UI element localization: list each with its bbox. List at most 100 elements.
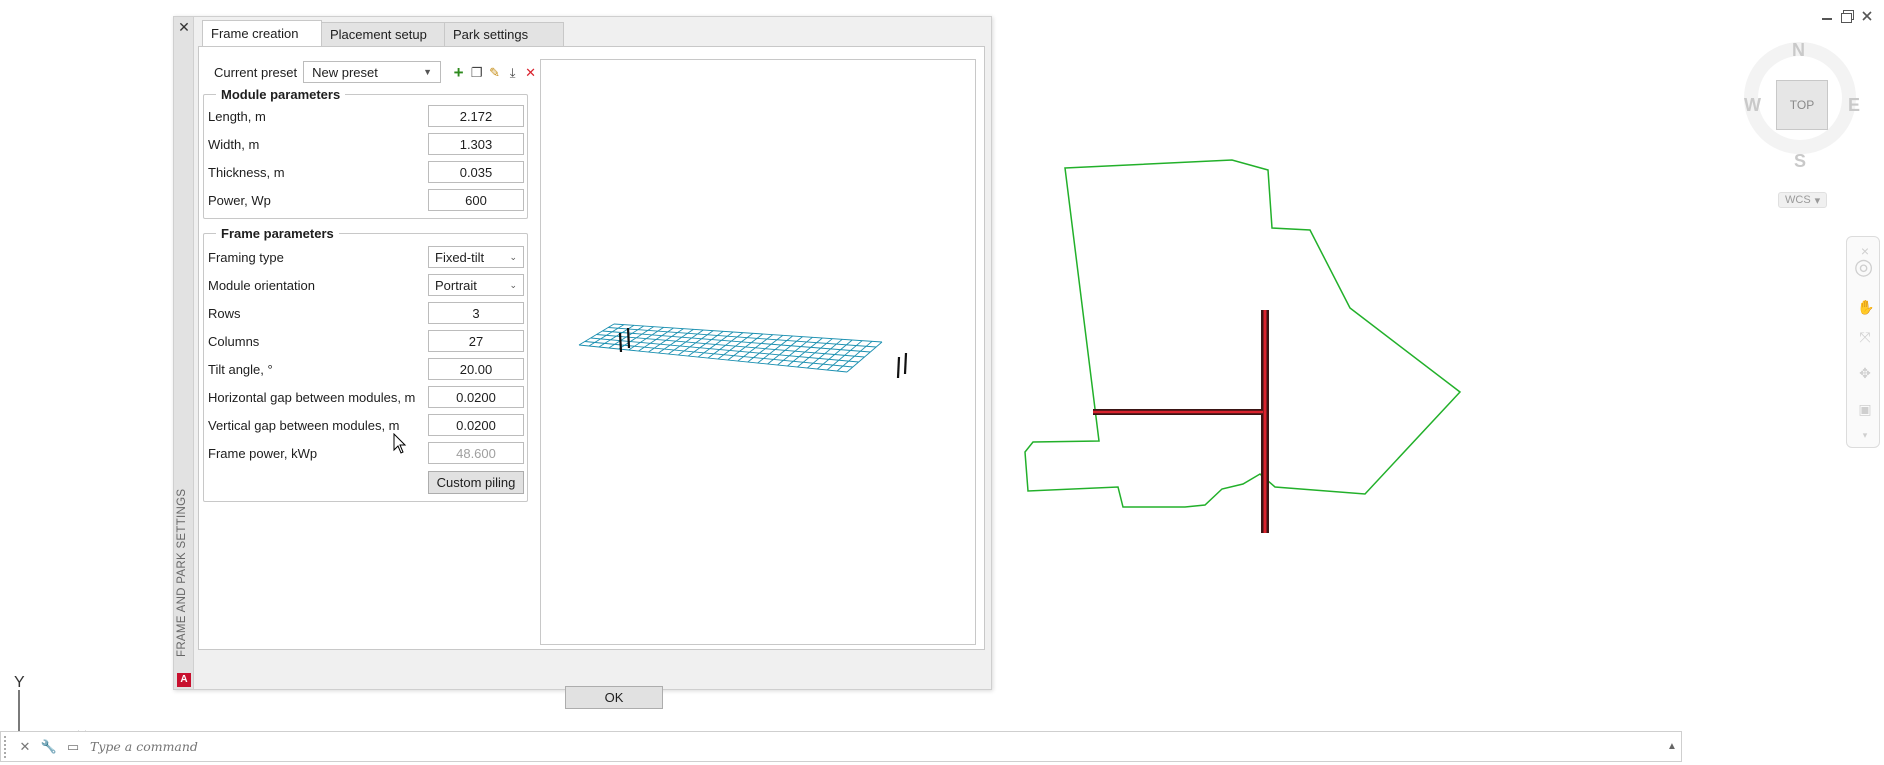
length-label: Length, m xyxy=(208,108,266,124)
frame-park-settings-palette: ✕ FRAME AND PARK SETTINGS A Frame creati… xyxy=(173,16,992,709)
module-orientation-label: Module orientation xyxy=(208,277,315,293)
command-line: ✕ 🔧 ▭ ▲ xyxy=(0,731,1682,762)
frame-power-value xyxy=(428,442,524,464)
zoom-extents-icon[interactable]: ⤧ xyxy=(1857,329,1873,345)
module-orientation-dropdown[interactable]: Portrait ⌄ xyxy=(428,274,524,296)
palette-title: FRAME AND PARK SETTINGS xyxy=(176,488,188,657)
customize-wrench-icon[interactable]: 🔧 xyxy=(40,738,58,756)
module-orientation-value: Portrait xyxy=(435,277,477,293)
compass-east[interactable]: E xyxy=(1848,95,1860,116)
width-input[interactable] xyxy=(428,133,524,155)
length-row: Length, m xyxy=(208,104,524,128)
module-orientation-row: Module orientation Portrait ⌄ xyxy=(208,273,524,297)
columns-label: Columns xyxy=(208,333,260,349)
framing-type-value: Fixed-tilt xyxy=(435,249,485,265)
vertical-gap-label: Vertical gap between modules, m xyxy=(208,417,400,433)
tilt-angle-input[interactable] xyxy=(428,358,524,380)
export-preset-icon[interactable]: ⤓ xyxy=(505,65,520,80)
length-input[interactable] xyxy=(428,105,524,127)
app-logo-icon[interactable]: A xyxy=(177,673,191,687)
frame-creation-panel: Current preset New preset ▼ + ❐ ✎ ⤓ ✕ Mo… xyxy=(198,46,985,709)
width-row: Width, m xyxy=(208,132,524,156)
thickness-input[interactable] xyxy=(428,161,524,183)
chevron-down-icon: ⌄ xyxy=(509,279,517,290)
compass-west[interactable]: W xyxy=(1744,95,1761,116)
preset-row: Current preset New preset ▼ + ❐ ✎ ⤓ ✕ xyxy=(214,61,538,83)
delete-preset-icon[interactable]: ✕ xyxy=(523,65,538,80)
vertical-gap-row: Vertical gap between modules, m xyxy=(208,413,524,437)
tab-park-settings[interactable]: Park settings xyxy=(444,22,564,46)
horizontal-gap-row: Horizontal gap between modules, m xyxy=(208,385,524,409)
tab-placement-setup[interactable]: Placement setup xyxy=(321,22,445,46)
restore-icon[interactable] xyxy=(1840,9,1854,23)
columns-row: Columns xyxy=(208,329,524,353)
chevron-down-icon: ▼ xyxy=(423,67,433,77)
rows-input[interactable] xyxy=(428,302,524,324)
framing-type-row: Framing type Fixed-tilt ⌄ xyxy=(208,245,524,269)
steering-wheel-icon[interactable]: ◎ xyxy=(1854,256,1873,278)
width-label: Width, m xyxy=(208,136,260,152)
viewcube[interactable]: N S W E TOP WCS ▾ xyxy=(1738,32,1862,208)
copy-preset-icon[interactable]: ❐ xyxy=(469,65,484,80)
module-parameters-group: Module parameters Length, m Width, m Thi… xyxy=(203,87,528,219)
close-icon[interactable]: ✕ xyxy=(177,20,191,34)
frame-preview-canvas xyxy=(578,323,908,379)
thickness-row: Thickness, m xyxy=(208,160,524,184)
columns-input[interactable] xyxy=(428,330,524,352)
mouse-cursor-icon xyxy=(393,433,407,454)
grip-handle[interactable] xyxy=(4,735,10,758)
orbit-icon[interactable]: ✥ xyxy=(1857,365,1873,381)
tab-frame-creation[interactable]: Frame creation xyxy=(202,20,322,46)
road-horizontal xyxy=(1093,409,1263,415)
drawing-canvas[interactable] xyxy=(1010,150,1490,590)
wcs-label: WCS xyxy=(1785,194,1811,206)
module-grid xyxy=(578,323,883,373)
tilt-angle-row: Tilt angle, ° xyxy=(208,357,524,381)
navbar-menu-icon[interactable]: ▾ xyxy=(1857,427,1873,443)
power-label: Power, Wp xyxy=(208,192,271,208)
horizontal-gap-input[interactable] xyxy=(428,386,524,408)
preset-toolbar: + ❐ ✎ ⤓ ✕ xyxy=(451,64,538,81)
horizontal-gap-label: Horizontal gap between modules, m xyxy=(208,389,416,405)
minimize-icon[interactable] xyxy=(1820,9,1834,23)
pan-hand-icon[interactable]: ✋ xyxy=(1857,299,1874,315)
tab-bar: Frame creation Placement setup Park sett… xyxy=(202,20,564,46)
frame-parameters-group: Frame parameters Framing type Fixed-tilt… xyxy=(203,226,528,502)
wcs-menu[interactable]: WCS ▾ xyxy=(1778,192,1828,208)
frame-parameters-title: Frame parameters xyxy=(216,226,339,241)
chevron-up-icon[interactable]: ▲ xyxy=(1663,741,1681,752)
frame-power-label: Frame power, kWp xyxy=(208,445,318,461)
preset-dropdown[interactable]: New preset ▼ xyxy=(303,61,442,83)
command-prompt-icon[interactable]: ▭ xyxy=(64,738,82,756)
close-icon[interactable]: ✕ xyxy=(16,738,34,756)
power-row: Power, Wp xyxy=(208,188,524,212)
compass-south[interactable]: S xyxy=(1794,151,1806,172)
command-input[interactable] xyxy=(90,739,1663,754)
compass-north[interactable]: N xyxy=(1792,40,1805,61)
thickness-label: Thickness, m xyxy=(208,164,285,180)
chevron-down-icon: ▾ xyxy=(1814,194,1821,207)
rows-label: Rows xyxy=(208,305,241,321)
ucs-y-label: Y xyxy=(14,676,25,691)
chevron-down-icon: ⌄ xyxy=(509,251,517,262)
power-input[interactable] xyxy=(428,189,524,211)
ok-button[interactable]: OK xyxy=(565,686,663,709)
preset-value: New preset xyxy=(312,64,378,80)
rows-row: Rows xyxy=(208,301,524,325)
road-vertical xyxy=(1261,310,1269,533)
vertical-gap-input[interactable] xyxy=(428,414,524,436)
site-boundary xyxy=(1024,159,1462,508)
showmotion-icon[interactable]: ▣ xyxy=(1857,401,1873,417)
custom-piling-button[interactable]: Custom piling xyxy=(428,470,524,494)
palette-title-strip[interactable]: ✕ FRAME AND PARK SETTINGS A xyxy=(174,17,194,689)
current-preset-label: Current preset xyxy=(214,64,298,80)
navigation-bar: × ◎ ✋ ⤧ ✥ ▣ ▾ xyxy=(1846,236,1880,448)
frame-preview[interactable] xyxy=(540,59,976,645)
tilt-angle-label: Tilt angle, ° xyxy=(208,361,273,377)
framing-type-dropdown[interactable]: Fixed-tilt ⌄ xyxy=(428,246,524,268)
viewcube-top-face[interactable]: TOP xyxy=(1776,80,1828,130)
close-icon[interactable] xyxy=(1860,9,1874,23)
window-controls xyxy=(1820,9,1874,23)
add-preset-icon[interactable]: + xyxy=(451,64,466,81)
rename-preset-icon[interactable]: ✎ xyxy=(487,65,502,80)
